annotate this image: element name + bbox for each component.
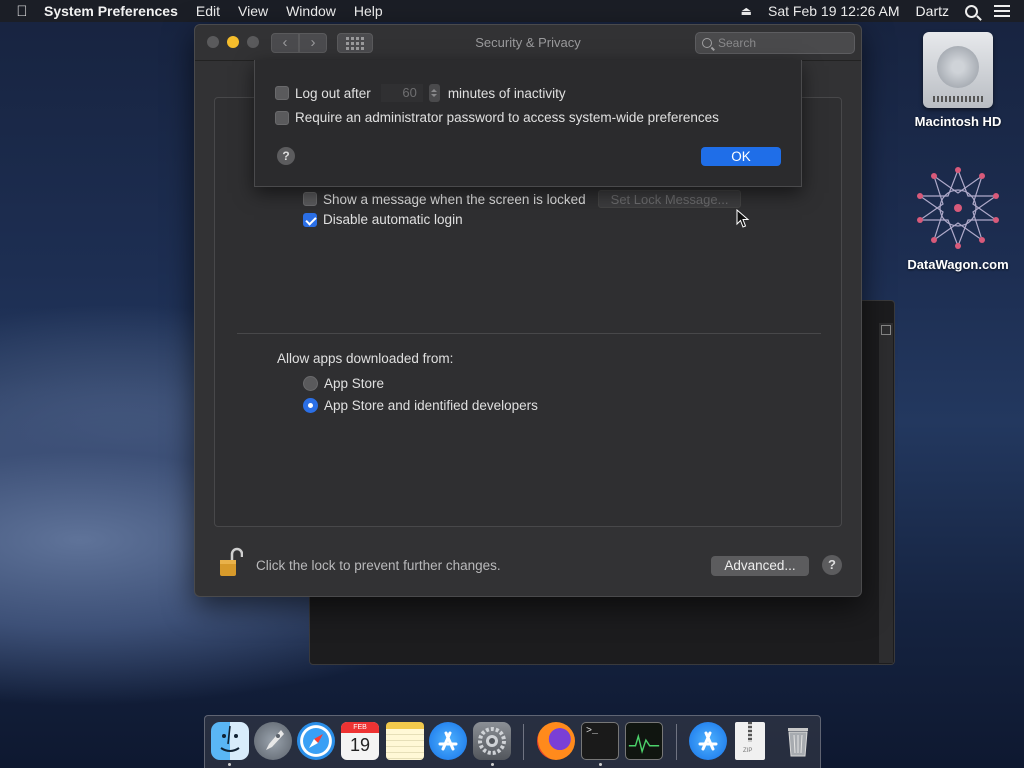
section-divider	[237, 333, 821, 334]
menu-view[interactable]: View	[238, 3, 268, 19]
logout-row: Log out after 60 minutes of inactivity	[275, 84, 566, 102]
disable-autologin-row: Disable automatic login	[303, 212, 463, 227]
disable-autologin-checkbox[interactable]	[303, 212, 317, 227]
menu-edit[interactable]: Edit	[196, 3, 220, 19]
show-message-checkbox[interactable]	[303, 192, 317, 206]
calendar-icon[interactable]: FEB 19	[341, 722, 379, 760]
allow-apps-heading-label: Allow apps downloaded from:	[277, 351, 454, 366]
app-store-radio-label: App Store	[324, 376, 385, 391]
calendar-day: 19	[349, 735, 371, 755]
admin-password-row: Require an administrator password to acc…	[275, 110, 719, 125]
title-bar[interactable]: ‹ › Security & Privacy	[195, 25, 861, 61]
logout-minutes-field[interactable]: 60	[380, 84, 423, 102]
spotlight-search-icon[interactable]	[965, 4, 978, 18]
launchpad-icon[interactable]	[254, 722, 292, 760]
disable-autologin-label: Disable automatic login	[323, 212, 463, 227]
dock-separator	[523, 724, 524, 760]
app-store-radio[interactable]	[303, 376, 318, 391]
desktop-icon-datawagon[interactable]: DataWagon.com	[903, 166, 1013, 272]
firefox-icon[interactable]	[537, 722, 575, 760]
menu-window[interactable]: Window	[286, 3, 336, 19]
eject-icon[interactable]: ⏏	[741, 4, 752, 18]
logout-checkbox[interactable]	[275, 86, 289, 100]
search-icon	[702, 38, 712, 48]
dock-separator	[676, 724, 677, 760]
trash-icon[interactable]	[779, 722, 817, 760]
admin-password-checkbox[interactable]	[275, 110, 289, 125]
lock-open-icon[interactable]	[219, 547, 243, 577]
activity-monitor-icon[interactable]	[625, 722, 663, 760]
running-indicator	[491, 763, 494, 766]
notes-icon[interactable]	[386, 722, 424, 760]
datawagon-logo-icon	[917, 167, 999, 249]
dock: FEB 19 >_ ZIP	[204, 715, 821, 768]
ok-button[interactable]: OK	[701, 147, 781, 166]
scrollbar[interactable]	[879, 323, 893, 663]
running-indicator	[599, 763, 602, 766]
search-field[interactable]	[695, 32, 855, 54]
allow-app-store-row: App Store	[303, 376, 384, 391]
terminal-prompt: >_	[586, 726, 599, 737]
desktop-icon-label: DataWagon.com	[907, 257, 1009, 272]
menu-app-name[interactable]: System Preferences	[44, 3, 178, 19]
menu-help[interactable]: Help	[354, 3, 383, 19]
mouse-cursor-icon	[736, 209, 750, 228]
menu-extras: ⏏ Sat Feb 19 12:26 AM Dartz	[741, 3, 1024, 19]
menu-user[interactable]: Dartz	[916, 3, 949, 19]
search-input[interactable]	[718, 35, 848, 51]
app-store-download-icon[interactable]	[689, 722, 727, 760]
system-preferences-icon[interactable]	[473, 722, 511, 760]
apple-menu-icon[interactable]: 	[0, 3, 44, 20]
help-button[interactable]: ?	[822, 555, 842, 575]
logout-suffix-label: minutes of inactivity	[447, 85, 566, 101]
identified-developers-radio-label: App Store and identified developers	[324, 398, 538, 413]
menu-bar:  System Preferences Edit View Window He…	[0, 0, 1024, 22]
desktop-icon-label: Macintosh HD	[914, 114, 1002, 129]
admin-password-label: Require an administrator password to acc…	[295, 110, 719, 125]
hard-drive-icon	[923, 32, 993, 108]
advanced-button[interactable]: Advanced...	[711, 556, 809, 576]
archive-icon[interactable]: ZIP	[735, 722, 765, 760]
running-indicator	[228, 763, 231, 766]
archive-label: ZIP	[743, 748, 753, 754]
lock-status-text: Click the lock to prevent further change…	[256, 558, 501, 573]
identified-developers-radio[interactable]	[303, 398, 318, 413]
terminal-icon[interactable]: >_	[581, 722, 619, 760]
allow-identified-row: App Store and identified developers	[303, 398, 538, 413]
scrollbar-button[interactable]	[881, 325, 891, 335]
safari-icon[interactable]	[297, 722, 335, 760]
desktop-icon-macintosh-hd[interactable]: Macintosh HD	[903, 32, 1013, 129]
advanced-settings-sheet: Log out after 60 minutes of inactivity R…	[254, 60, 802, 187]
sheet-help-button[interactable]: ?	[277, 147, 295, 165]
finder-icon[interactable]	[211, 722, 249, 760]
show-message-row: Show a message when the screen is locked…	[303, 190, 742, 208]
calendar-month: FEB	[341, 722, 379, 733]
allow-apps-heading: Allow apps downloaded from:	[277, 351, 453, 366]
show-message-label: Show a message when the screen is locked	[323, 191, 586, 207]
menu-clock[interactable]: Sat Feb 19 12:26 AM	[768, 3, 900, 19]
app-store-icon[interactable]	[429, 722, 467, 760]
set-lock-message-button[interactable]: Set Lock Message...	[597, 190, 742, 208]
notification-center-icon[interactable]	[994, 5, 1010, 17]
logout-label: Log out after	[295, 85, 371, 101]
minutes-stepper[interactable]	[428, 84, 440, 102]
